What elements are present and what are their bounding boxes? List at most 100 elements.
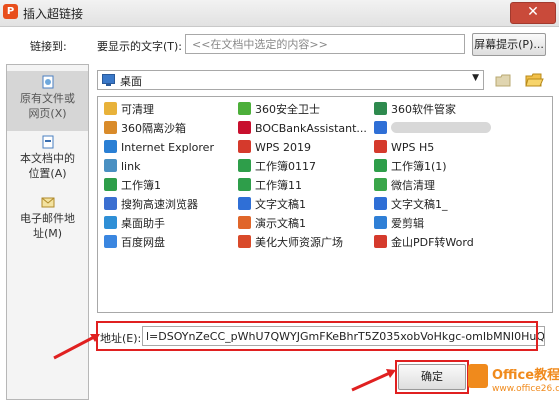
wechat-clean-icon [374, 178, 387, 191]
document-icon [238, 197, 251, 210]
highlight-box-address [96, 321, 538, 351]
spreadsheet-icon [238, 178, 251, 191]
office-logo-icon [468, 364, 488, 388]
file-list: 可清理 360隔离沙箱 Internet Explorer link 工作簿1 搜狗高速浏… [97, 96, 553, 313]
file-item-label: 百度网盘 [121, 236, 165, 249]
file-item[interactable]: 工作簿1(1) [374, 158, 447, 176]
file-item-label: WPS 2019 [255, 141, 311, 154]
nav-existing-file-label: 原有文件或网页(X) [20, 92, 75, 120]
file-item-label: 可清理 [121, 103, 154, 116]
folder-current: 桌面 [120, 75, 142, 88]
file-item-label: 工作簿11 [255, 179, 302, 192]
file-item-label: 微信清理 [391, 179, 435, 192]
file-item[interactable]: 可清理 [104, 101, 154, 119]
arrow-pointer-icon [53, 334, 100, 360]
file-item-label: 工作簿0117 [255, 160, 316, 173]
close-icon: ✕ [527, 4, 539, 20]
nav-existing-file[interactable]: 原有文件或网页(X) [7, 71, 88, 131]
browse-folder-button[interactable] [524, 71, 544, 89]
file-item[interactable]: 360隔离沙箱 [104, 120, 186, 138]
watermark: Office教程网 www.office26.com [468, 362, 559, 402]
file-item-label: 工作簿1 [121, 179, 161, 192]
file-item[interactable]: 百度网盘 [104, 234, 165, 252]
document-icon [374, 121, 387, 134]
beautify-icon [238, 235, 251, 248]
file-item-label: 搜狗高速浏览器 [121, 198, 198, 211]
file-item[interactable]: link [104, 158, 140, 176]
chevron-down-icon: ▼ [472, 73, 479, 83]
up-folder-icon [495, 74, 511, 87]
file-item[interactable]: 桌面助手 [104, 215, 165, 233]
wps-h5-icon [374, 140, 387, 153]
dialog-title: 插入超链接 [23, 7, 84, 21]
file-item[interactable]: 文字文稿1 [238, 196, 306, 214]
file-item-label: 金山PDF转Word [391, 236, 474, 249]
file-item[interactable]: WPS 2019 [238, 139, 311, 157]
title-bar: P 插入超链接 ✕ [0, 0, 559, 27]
baidu-netdisk-icon [104, 235, 117, 248]
desktop-assistant-icon [104, 216, 117, 229]
document-position-icon [42, 135, 53, 149]
file-item[interactable]: 微信清理 [374, 177, 435, 195]
spreadsheet-icon [238, 159, 251, 172]
file-item[interactable]: BOCBankAssistant... [238, 120, 367, 138]
display-text-label: 要显示的文字(T): [97, 40, 183, 53]
360-security-icon [238, 102, 251, 115]
file-item[interactable]: 美化大师资源广场 [238, 234, 343, 252]
file-item[interactable]: 文字文稿1_ [374, 196, 448, 214]
file-item[interactable]: 360软件管家 [374, 101, 456, 119]
sandbox-icon [104, 121, 117, 134]
folder-icon [104, 102, 117, 115]
close-button[interactable]: ✕ [510, 2, 556, 24]
open-folder-icon [525, 73, 544, 87]
file-item[interactable]: Internet Explorer [104, 139, 214, 157]
link-icon [104, 159, 117, 172]
file-item-label: 桌面助手 [121, 217, 165, 230]
highlight-box-ok [395, 360, 469, 394]
wps-icon [238, 140, 251, 153]
screen-tip-button[interactable]: 屏幕提示(P)... [472, 33, 546, 56]
360-software-icon [374, 102, 387, 115]
file-item-label: BOCBankAssistant... [255, 122, 367, 135]
file-item-label: Internet Explorer [121, 141, 214, 154]
nav-doc-position[interactable]: 本文档中的位置(A) [7, 131, 88, 191]
folder-select[interactable]: 桌面 ▼ [97, 70, 484, 90]
document-icon [374, 197, 387, 210]
nav-email[interactable]: 电子邮件地址(M) [7, 191, 88, 251]
file-item-label: 360隔离沙箱 [121, 122, 186, 135]
file-item[interactable]: 360安全卫士 [238, 101, 320, 119]
video-editor-icon [374, 216, 387, 229]
display-text-input[interactable]: <<在文档中选定的内容>> [185, 34, 465, 54]
file-item-label: 360软件管家 [391, 103, 456, 116]
file-item[interactable]: 工作簿0117 [238, 158, 316, 176]
file-item[interactable]: 工作簿11 [238, 177, 302, 195]
file-item-label: 360安全卫士 [255, 103, 320, 116]
file-item[interactable]: 爱剪辑 [374, 215, 424, 233]
file-item[interactable] [374, 120, 491, 138]
presentation-icon [238, 216, 251, 229]
boc-icon [238, 121, 251, 134]
file-item[interactable]: 演示文稿1 [238, 215, 306, 233]
arrow-pointer-icon [351, 369, 396, 392]
file-item-label: 爱剪辑 [391, 217, 424, 230]
file-item-label: 工作簿1(1) [391, 160, 447, 173]
desktop-icon [102, 74, 115, 86]
file-item[interactable]: 金山PDF转Word [374, 234, 474, 252]
sogou-browser-icon [104, 197, 117, 210]
file-item[interactable]: WPS H5 [374, 139, 434, 157]
file-item-label: 文字文稿1 [255, 198, 306, 211]
redacted-name [391, 122, 491, 133]
file-item[interactable]: 工作簿1 [104, 177, 161, 195]
file-item[interactable]: 搜狗高速浏览器 [104, 196, 198, 214]
file-item-label: WPS H5 [391, 141, 435, 154]
file-item-label: 美化大师资源广场 [255, 236, 343, 249]
up-folder-button[interactable] [494, 72, 512, 88]
nav-email-label: 电子邮件地址(M) [20, 212, 75, 240]
pdf-convert-icon [374, 235, 387, 248]
watermark-url: www.office26.com [492, 384, 559, 394]
ie-icon [104, 140, 117, 153]
nav-doc-position-label: 本文档中的位置(A) [20, 152, 75, 180]
spreadsheet-icon [104, 178, 117, 191]
wps-logo-icon: P [3, 4, 18, 19]
file-item-label: link [121, 160, 141, 173]
